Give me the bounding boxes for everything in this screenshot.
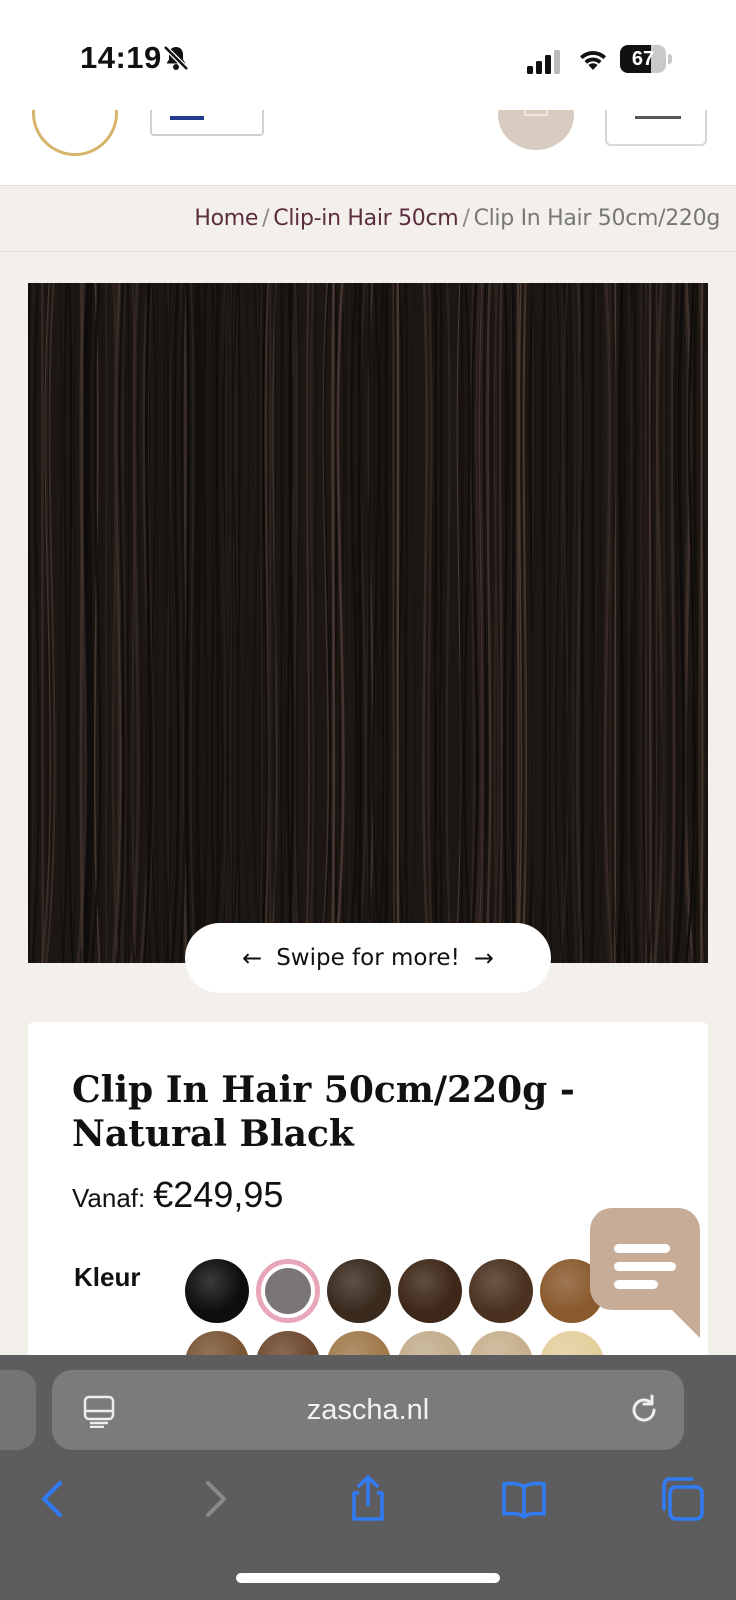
- arrow-left-icon: ←: [242, 944, 263, 972]
- language-flag-icon: [170, 116, 204, 120]
- wifi-icon: [580, 50, 606, 70]
- breadcrumb-home[interactable]: Home: [194, 206, 258, 231]
- previous-tab-peek[interactable]: [0, 1370, 36, 1450]
- bookmarks-icon[interactable]: [500, 1475, 548, 1523]
- browser-toolbar: zascha.nl: [0, 1355, 736, 1600]
- color-swatch[interactable]: [185, 1259, 249, 1323]
- swipe-label: Swipe for more!: [276, 945, 460, 971]
- color-label: Kleur: [74, 1262, 141, 1292]
- cart-icon: [524, 110, 548, 116]
- cart-button[interactable]: [498, 110, 574, 150]
- breadcrumb-bar: Home / Clip-in Hair 50cm / Clip In Hair 50cm…: [0, 186, 736, 252]
- hair-texture: [28, 283, 708, 963]
- address-bar[interactable]: zascha.nl: [52, 1370, 684, 1450]
- color-swatch[interactable]: [256, 1259, 320, 1323]
- battery-icon: 67: [620, 45, 672, 73]
- chat-bubble-icon[interactable]: [590, 1208, 700, 1338]
- breadcrumb-separator: /: [462, 206, 470, 231]
- product-image[interactable]: [28, 283, 708, 963]
- forward-icon[interactable]: [190, 1475, 238, 1523]
- back-icon[interactable]: [30, 1475, 78, 1523]
- color-swatch[interactable]: [469, 1259, 533, 1323]
- product-title: Clip In Hair 50cm/220g - Natural Black: [72, 1069, 575, 1155]
- menu-button[interactable]: [605, 110, 707, 146]
- language-selector[interactable]: [150, 110, 264, 136]
- status-time: 14:19: [80, 40, 162, 75]
- url-text: zascha.nl: [306, 1394, 430, 1426]
- arrow-right-icon: →: [473, 944, 494, 972]
- breadcrumb: Home / Clip-in Hair 50cm / Clip In Hair 50cm…: [194, 206, 720, 231]
- color-swatch[interactable]: [327, 1259, 391, 1323]
- bell-slash-icon: [163, 45, 189, 71]
- cellular-signal-icon: [527, 50, 560, 74]
- price-value: €249,95: [153, 1174, 284, 1215]
- zascha-logo[interactable]: [32, 110, 118, 156]
- breadcrumb-separator: /: [262, 206, 270, 231]
- price-row: Vanaf: €249,95: [72, 1174, 283, 1216]
- status-bar: 14:19 67: [0, 0, 736, 110]
- breadcrumb-current: Clip In Hair 50cm/220g: [473, 206, 721, 231]
- reload-icon[interactable]: [626, 1392, 662, 1428]
- color-swatch[interactable]: [398, 1259, 462, 1323]
- home-indicator: [236, 1573, 500, 1583]
- tabs-icon[interactable]: [658, 1475, 706, 1523]
- site-header: [0, 110, 736, 186]
- share-icon[interactable]: [344, 1475, 392, 1523]
- breadcrumb-category[interactable]: Clip-in Hair 50cm: [273, 206, 458, 231]
- menu-icon: [635, 116, 681, 119]
- price-label: Vanaf:: [72, 1183, 146, 1213]
- swipe-hint[interactable]: ← Swipe for more! →: [185, 923, 551, 993]
- battery-percent: 67: [631, 48, 655, 70]
